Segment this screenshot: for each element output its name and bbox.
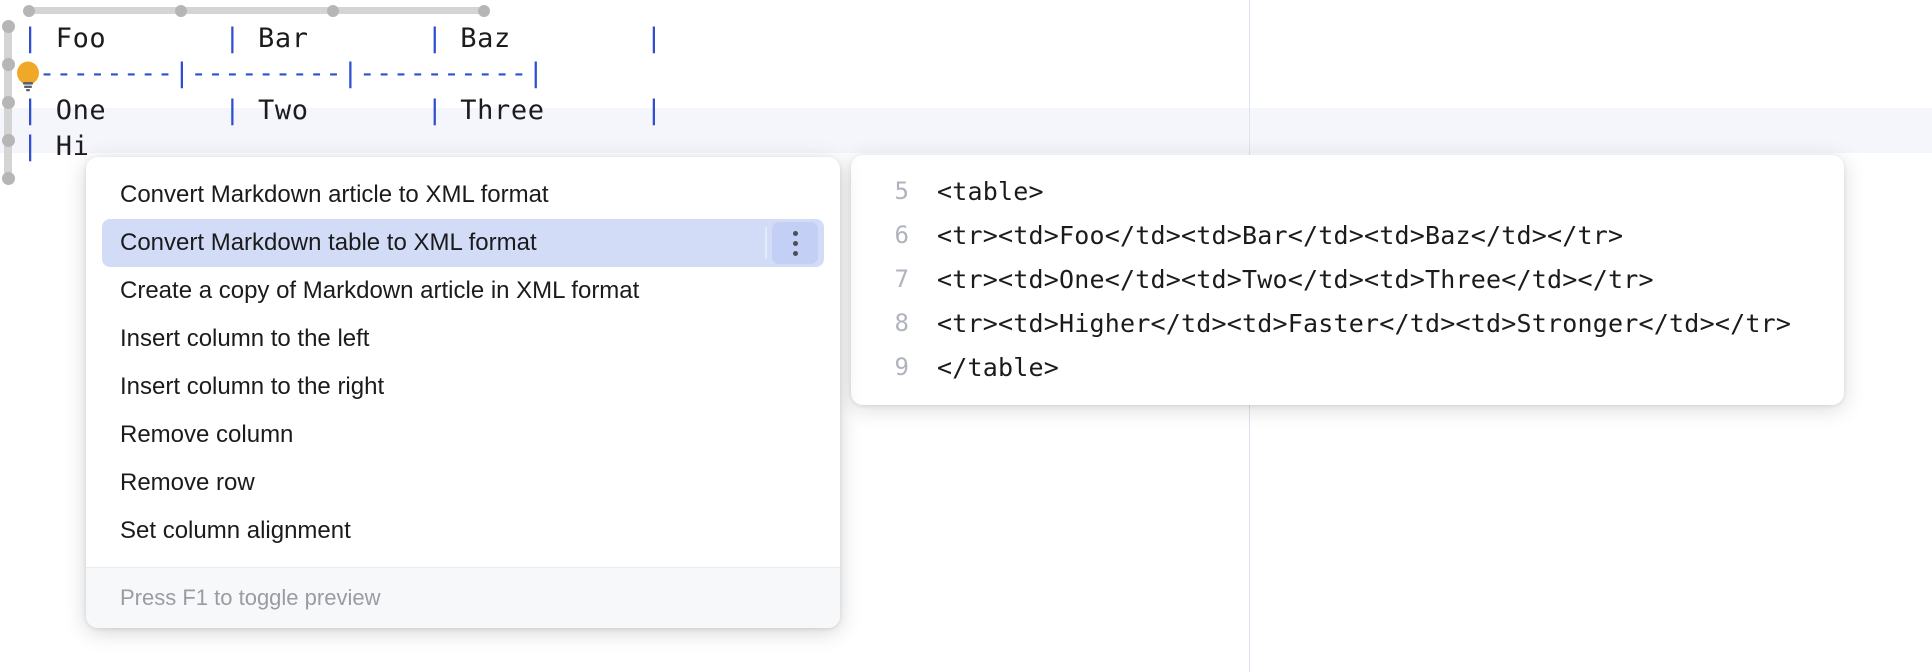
code-line: 6 <tr><td>Foo</td><td>Bar</td><td>Baz</t…: [851, 213, 1844, 257]
menu-item-insert-column-left[interactable]: Insert column to the left: [102, 315, 824, 363]
lightbulb-icon[interactable]: [13, 60, 43, 92]
column-handle-track[interactable]: [29, 7, 484, 14]
menu-item-set-column-alignment[interactable]: Set column alignment: [102, 507, 824, 555]
line-number: 6: [894, 221, 909, 249]
menu-item-label: Remove column: [120, 421, 294, 448]
line-number: 9: [894, 353, 909, 381]
menu-item-label: Insert column to the left: [120, 325, 370, 352]
menu-item-insert-column-right[interactable]: Insert column to the right: [102, 363, 824, 411]
code-text: <tr><td>Foo</td><td>Bar</td><td>Baz</td>…: [937, 220, 1624, 250]
menu-item-label: Remove row: [120, 469, 255, 496]
line-number: 8: [894, 309, 909, 337]
markdown-header-row[interactable]: | Foo | Bar | Baz |: [22, 23, 663, 54]
row-handle-dot-5[interactable]: [2, 172, 15, 185]
menu-item-remove-row[interactable]: Remove row: [102, 459, 824, 507]
code-line: 5 <table>: [851, 169, 1844, 213]
intention-actions-popup[interactable]: Convert Markdown article to XML format C…: [86, 157, 840, 628]
menu-item-convert-table-to-xml[interactable]: Convert Markdown table to XML format: [102, 219, 824, 267]
menu-item-label: Insert column to the right: [120, 373, 385, 400]
xml-preview-panel: 5 <table> 6 <tr><td>Foo</td><td>Bar</td>…: [851, 155, 1844, 405]
row-handle-dot-4[interactable]: [2, 134, 15, 147]
popup-footer-hint: Press F1 to toggle preview: [86, 567, 840, 628]
code-text: <table>: [937, 176, 1044, 206]
intention-menu-list[interactable]: Convert Markdown article to XML format C…: [86, 157, 840, 567]
row-handle-dot-1[interactable]: [2, 20, 15, 33]
menu-item-create-copy-in-xml[interactable]: Create a copy of Markdown article in XML…: [102, 267, 824, 315]
code-text: <tr><td>One</td><td>Two</td><td>Three</t…: [937, 264, 1654, 294]
code-line: 7 <tr><td>One</td><td>Two</td><td>Three<…: [851, 257, 1844, 301]
column-handle-dot-2[interactable]: [175, 5, 187, 17]
code-line: 9 </table>: [851, 345, 1844, 389]
column-handle-dot-1[interactable]: [23, 5, 35, 17]
menu-item-label: Convert Markdown article to XML format: [120, 181, 549, 208]
code-text: <tr><td>Higher</td><td>Faster</td><td>St…: [937, 308, 1792, 338]
line-number: 7: [894, 265, 909, 293]
kebab-menu-icon[interactable]: [765, 222, 818, 264]
kebab-dot: [792, 230, 798, 236]
menu-item-label: Convert Markdown table to XML format: [120, 229, 537, 256]
code-text: </table>: [937, 352, 1060, 382]
kebab-dot: [792, 240, 798, 246]
markdown-data-row-one[interactable]: | One | Two | Three |: [22, 95, 663, 126]
line-number: 5: [894, 177, 909, 205]
kebab-dot: [792, 250, 798, 256]
code-line: 8 <tr><td>Higher</td><td>Faster</td><td>…: [851, 301, 1844, 345]
menu-item-convert-article-to-xml[interactable]: Convert Markdown article to XML format: [102, 171, 824, 219]
menu-item-label: Create a copy of Markdown article in XML…: [120, 277, 640, 304]
table-row-handle-bar[interactable]: [2, 20, 15, 188]
markdown-separator-row[interactable]: ---------|---------|----------|: [22, 58, 545, 89]
menu-item-remove-column[interactable]: Remove column: [102, 411, 824, 459]
column-handle-dot-3[interactable]: [327, 5, 339, 17]
column-handle-dot-4[interactable]: [478, 5, 490, 17]
menu-item-label: Set column alignment: [120, 517, 351, 544]
row-handle-dot-3[interactable]: [2, 96, 15, 109]
markdown-data-row-higher[interactable]: | Hi: [22, 131, 89, 162]
table-column-handle-bar[interactable]: [23, 5, 490, 17]
